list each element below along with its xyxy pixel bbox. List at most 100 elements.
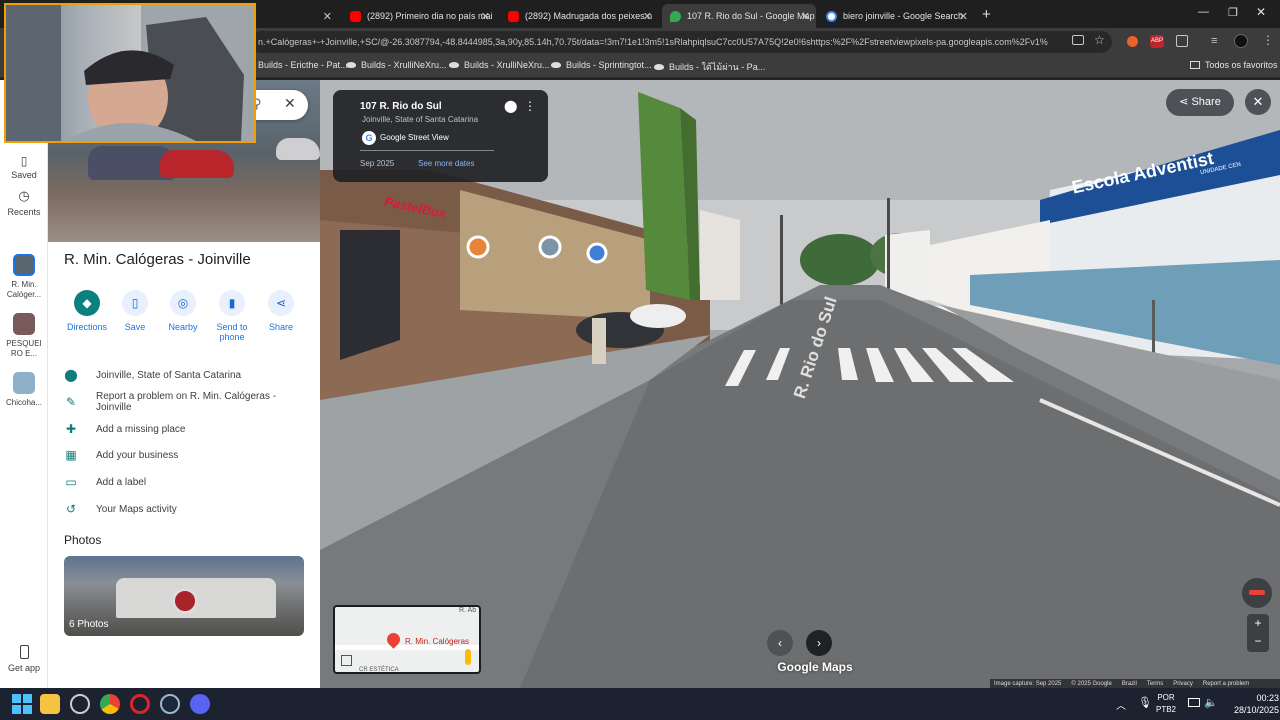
phone-icon <box>19 645 29 659</box>
microphone-icon[interactable]: 🎙 <box>1138 696 1152 709</box>
minimap[interactable]: R. Min. Calógeras R. Ab CR ESTÉTICA <box>333 605 481 674</box>
bookmark-item[interactable]: Builds - Sprintingtot... <box>551 60 652 70</box>
expand-icon[interactable] <box>341 655 352 666</box>
rail-recent-item[interactable]: PESQUEI RO E... <box>0 313 48 359</box>
maps-activity-row[interactable]: ↺ Your Maps activity <box>64 500 314 518</box>
save-button[interactable]: ▯ Save <box>110 290 160 332</box>
obs-icon[interactable] <box>70 694 90 714</box>
bookmark-item[interactable]: Builds - Ericthe - Pat... <box>258 60 348 70</box>
discord-icon[interactable] <box>190 694 210 714</box>
batman-icon <box>449 62 459 68</box>
volume-icon[interactable]: 🔈 <box>1204 696 1218 709</box>
directions-button[interactable]: ◆ Directions <box>62 290 112 332</box>
rail-recent-item[interactable]: Chicoha... <box>0 372 48 408</box>
system-clock[interactable]: 00:23 28/10/2025 <box>1234 692 1279 716</box>
share-button[interactable]: ⋖ Share <box>1166 89 1234 116</box>
share-icon: ⋖ <box>268 290 294 316</box>
adblock-icon[interactable]: ABP <box>1150 35 1164 48</box>
location-pin-icon[interactable]: ⬤ <box>504 99 517 113</box>
thumbnail <box>13 313 35 335</box>
profile-avatar[interactable] <box>1234 34 1248 48</box>
clear-search-icon[interactable]: ✕ <box>284 95 296 112</box>
photo-detail <box>172 588 198 614</box>
minimap-street: R. Ab <box>459 607 477 614</box>
more-options-icon[interactable]: ⋮ <box>524 99 536 113</box>
steam-icon[interactable] <box>160 694 180 714</box>
rail-saved[interactable]: ▯ Saved <box>0 154 48 180</box>
close-tab-icon[interactable]: ✕ <box>323 10 332 23</box>
google-maps-logo: Google Maps <box>777 660 853 674</box>
store-icon: ▦ <box>65 448 77 462</box>
close-tab-icon[interactable]: ✕ <box>959 10 968 23</box>
bookmark-item[interactable]: Builds - XrulliNeXru... <box>449 60 550 70</box>
install-app-icon[interactable] <box>1072 35 1084 45</box>
language-indicator[interactable]: POR PTB2 <box>1156 692 1176 716</box>
report-problem-row[interactable]: ✎ Report a problem on R. Min. Calógeras … <box>64 391 314 413</box>
extension-icon[interactable] <box>1127 36 1138 47</box>
zoom-out-icon[interactable]: − <box>1247 633 1269 652</box>
batman-icon <box>346 62 356 68</box>
tile <box>12 705 21 714</box>
youtube-icon <box>508 10 519 22</box>
batman-icon <box>654 64 664 70</box>
extensions-puzzle-icon[interactable] <box>1176 35 1188 47</box>
compass-needle <box>1249 590 1265 595</box>
google-icon <box>826 10 837 22</box>
pencil-icon: ✎ <box>65 395 77 409</box>
bookmark-item[interactable]: Builds - XrulliNeXru... <box>346 60 447 70</box>
new-tab-button[interactable]: + <box>982 6 991 23</box>
pegman-icon[interactable] <box>465 649 471 665</box>
close-street-view-button[interactable]: ✕ <box>1245 89 1271 115</box>
rail-recents[interactable]: ◷ Recents <box>0 188 48 217</box>
bookmark-star-icon[interactable]: ☆ <box>1094 33 1105 47</box>
display-icon[interactable] <box>1188 698 1200 707</box>
history-icon: ↺ <box>65 502 77 516</box>
send-to-phone-button[interactable]: ▮ Send to phone <box>207 290 257 342</box>
close-tab-icon[interactable]: ✕ <box>481 10 490 23</box>
nearby-icon: ◎ <box>170 290 196 316</box>
see-more-dates-link[interactable]: See more dates <box>418 159 474 168</box>
add-business-row[interactable]: ▦ Add your business <box>64 446 314 464</box>
provider-label: Google Street View <box>380 133 449 142</box>
opera-icon[interactable] <box>130 694 150 714</box>
zoom-in-icon[interactable]: + <box>1247 614 1269 633</box>
all-bookmarks[interactable]: Todos os favoritos <box>1190 60 1278 70</box>
chevron-up-icon[interactable]: ︿ <box>1116 697 1126 712</box>
place-title: R. Min. Calógeras - Joinville <box>64 251 251 268</box>
street-view-footer: Image capture: Sep 2025 © 2025 Google Br… <box>990 679 1280 688</box>
address-bar[interactable]: n.+Calógeras+-+Joinville,+SC/@-26.308779… <box>250 31 1112 53</box>
share-icon: ⋖ <box>1179 96 1192 108</box>
menu-kebab-icon[interactable]: ⋮ <box>1262 33 1274 47</box>
tab[interactable]: (2892) Primeiro dia no país mai ✕ <box>342 4 496 28</box>
share-button[interactable]: ⋖ Share <box>256 290 306 332</box>
tab[interactable]: (2892) Madrugada dos peixes n ✕ <box>500 4 658 28</box>
photos-card[interactable]: 6 Photos <box>64 556 304 636</box>
phone-icon: ▮ <box>219 290 245 316</box>
previous-arrow-icon[interactable]: ‹ <box>767 630 793 656</box>
add-label-row[interactable]: ▭ Add a label <box>64 473 314 491</box>
next-arrow-icon[interactable]: › <box>806 630 832 656</box>
window-close-icon[interactable]: ✕ <box>1256 5 1266 19</box>
webcam-scene <box>6 5 254 141</box>
compass-icon[interactable] <box>1242 578 1272 608</box>
chrome-icon[interactable] <box>100 694 120 714</box>
tab-active[interactable]: 107 R. Rio do Sul - Google Map ✕ <box>662 4 816 28</box>
rail-get-app[interactable]: Get app <box>0 645 48 673</box>
add-missing-place-row[interactable]: ✚ Add a missing place <box>64 420 314 438</box>
thumbnail <box>13 254 35 276</box>
close-tab-icon[interactable]: ✕ <box>643 10 652 23</box>
tile <box>23 705 32 714</box>
media-control-icon[interactable]: ≡ <box>1211 35 1217 47</box>
windows-start-icon[interactable] <box>12 694 32 714</box>
add-place-icon: ✚ <box>65 422 77 436</box>
tab[interactable]: biero joinville - Google Search ✕ <box>818 4 974 28</box>
bookmark-item[interactable]: Builds - ใต้ไม้ผ่าน - Pa... <box>654 60 765 74</box>
restore-icon[interactable]: ❐ <box>1228 6 1238 19</box>
close-tab-icon[interactable]: ✕ <box>801 10 810 23</box>
photo-detail <box>160 150 234 178</box>
maps-pin-icon <box>670 10 681 22</box>
file-explorer-icon[interactable] <box>40 694 60 714</box>
rail-recent-item[interactable]: R. Min. Calóger... <box>0 254 48 300</box>
minimize-icon[interactable]: — <box>1198 6 1209 18</box>
nearby-button[interactable]: ◎ Nearby <box>158 290 208 332</box>
